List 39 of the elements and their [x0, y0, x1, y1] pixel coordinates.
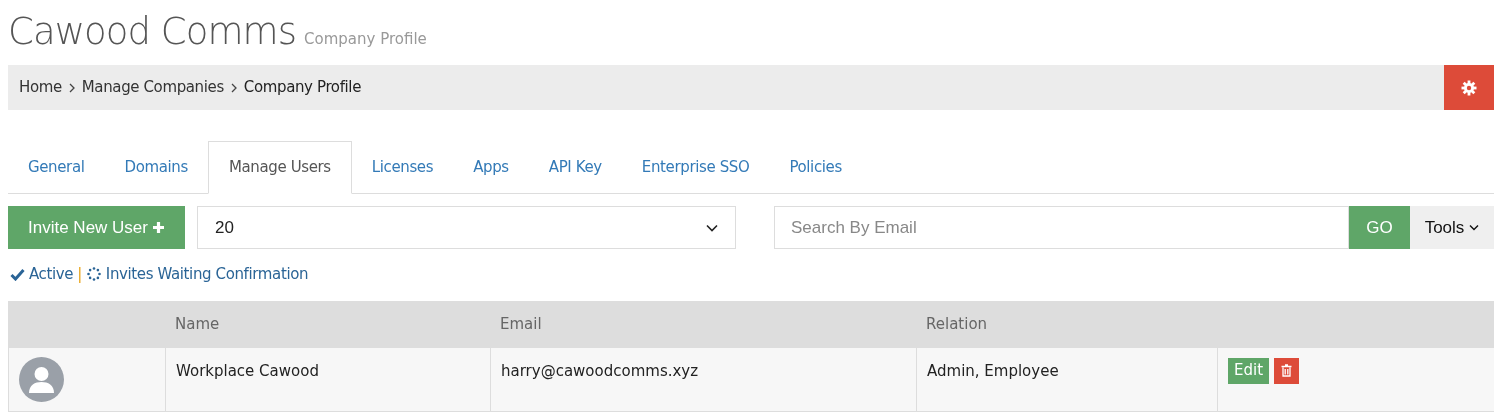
- separator: |: [77, 264, 82, 285]
- tab[interactable]: Policies: [769, 141, 862, 193]
- tab[interactable]: Manage Users: [207, 141, 352, 194]
- check-icon: [10, 267, 25, 281]
- tools-button[interactable]: Tools: [1410, 206, 1494, 249]
- tab[interactable]: API Key: [528, 141, 622, 193]
- search-field[interactable]: Search By Email: [774, 206, 1349, 249]
- column-header: Name: [175, 313, 220, 335]
- go-button[interactable]: GO: [1349, 206, 1410, 249]
- settings-icon: [1461, 79, 1477, 96]
- tab[interactable]: Enterprise SSO: [621, 141, 770, 193]
- table-cell: harry@cawoodcomms.xyz: [501, 361, 699, 380]
- page-subtitle: Company Profile: [304, 29, 427, 50]
- breadcrumb-link[interactable]: Manage Companies: [81, 76, 224, 99]
- chevron-down-icon: [1469, 224, 1480, 231]
- active-filter-link[interactable]: Active: [29, 263, 74, 286]
- waiting-filter-link[interactable]: Invites Waiting Confirmation: [105, 263, 309, 286]
- plus-icon: [152, 221, 165, 234]
- table-cell: Workplace Cawood: [176, 361, 319, 380]
- page-title: Cawood Comms: [8, 9, 297, 55]
- column-header: Relation: [926, 313, 988, 335]
- tab[interactable]: Domains: [104, 141, 208, 193]
- chevron-right-icon: [67, 82, 76, 93]
- column-header: Email: [500, 313, 542, 335]
- avatar-icon: [19, 356, 64, 402]
- chevron-down-icon: [706, 223, 718, 232]
- table-cell: Admin, Employee: [927, 361, 1059, 380]
- invite-user-button[interactable]: Invite New User: [8, 206, 185, 249]
- delete-button[interactable]: [1274, 357, 1300, 384]
- tab[interactable]: Apps: [453, 141, 529, 193]
- trash-icon: [1281, 364, 1293, 377]
- tab[interactable]: Licenses: [351, 141, 454, 193]
- edit-button[interactable]: Edit: [1228, 357, 1270, 384]
- tab[interactable]: General: [8, 141, 105, 193]
- breadcrumb-link[interactable]: Home: [19, 76, 62, 99]
- spinner-icon: [85, 266, 102, 283]
- chevron-right-icon: [229, 82, 238, 93]
- settings-button[interactable]: [1444, 65, 1494, 110]
- page-size-select[interactable]: 20: [197, 206, 736, 249]
